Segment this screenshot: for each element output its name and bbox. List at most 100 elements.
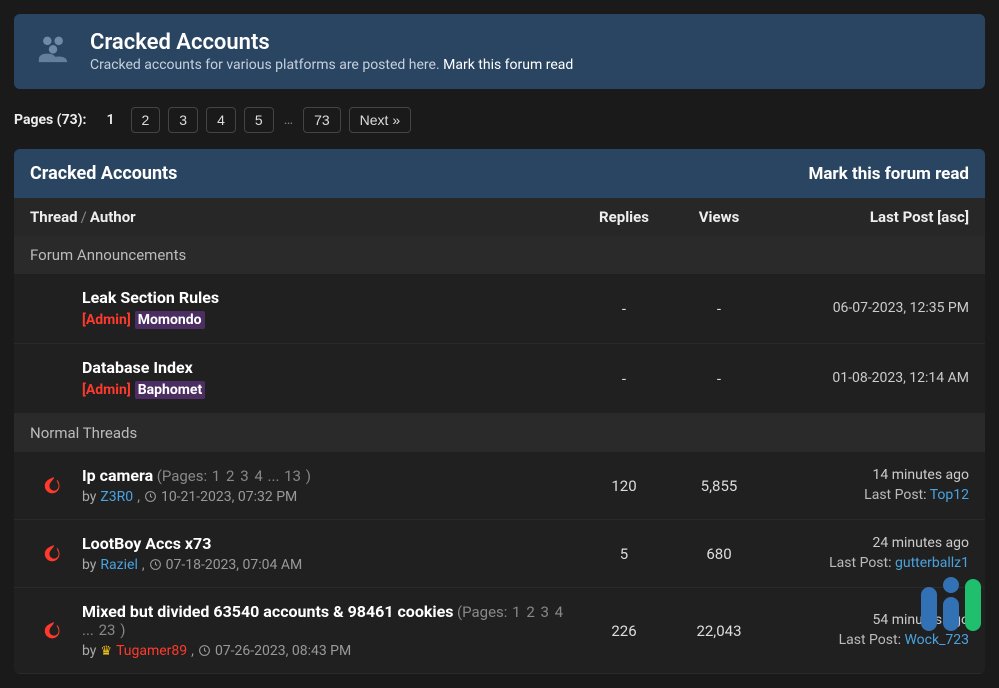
lastpost-label: Last Post (839, 632, 898, 648)
lastpost-label: Last Post (829, 555, 888, 571)
sort-direction[interactable]: [asc] (937, 208, 969, 226)
brand-bar-icon (921, 587, 937, 631)
sort-replies[interactable]: Replies (599, 208, 649, 226)
thread-row: Mixed but divided 63540 accounts & 98461… (14, 588, 985, 674)
thread-page-link[interactable]: 1 (212, 467, 220, 485)
clock-icon (198, 643, 211, 659)
brand-watermark (921, 577, 981, 631)
by-label: by (82, 557, 96, 573)
thread-page-link[interactable]: 23 (99, 621, 116, 639)
forum-title: Cracked Accounts (90, 30, 573, 55)
table-title: Cracked Accounts (30, 163, 177, 184)
thread-title-link[interactable]: Ip camera (82, 466, 153, 485)
clock-icon (149, 557, 162, 573)
column-headers: Thread/Author Replies Views Last Post [a… (14, 198, 985, 236)
lastpost-label: Last Post (864, 487, 923, 503)
admin-user-link[interactable]: Baphomet (135, 381, 205, 399)
views-cell: 22,043 (669, 622, 769, 640)
brand-dot-icon (943, 577, 959, 593)
lastpost-user-link[interactable]: gutterballz1 (895, 555, 969, 571)
lastpost-time: 01-08-2023, 12:14 AM (832, 370, 969, 386)
lastpost-time: 24 minutes ago (769, 534, 969, 554)
thread-row: Ip camera (Pages: 1 2 3 4 ... 13 )by Z3R… (14, 452, 985, 520)
brand-bar-icon (965, 579, 981, 631)
thread-page-link[interactable]: 3 (541, 603, 549, 621)
col-thread-author: Thread/Author (30, 208, 579, 226)
admin-tag: [Admin] (82, 382, 131, 398)
lastpost-cell: 24 minutes agoLast Post: gutterballz1 (769, 534, 969, 573)
forum-banner: Cracked Accounts Cracked accounts for va… (14, 14, 985, 89)
hot-thread-icon (30, 475, 78, 497)
thread-date: 07-18-2023, 07:04 AM (166, 557, 303, 573)
sort-author[interactable]: Author (90, 208, 136, 226)
lastpost-user-link[interactable]: Top12 (930, 487, 969, 503)
section-announcements: Forum Announcements (14, 236, 985, 274)
page-3[interactable]: 3 (168, 107, 198, 133)
lastpost-cell: 06-07-2023, 12:35 PM (769, 299, 969, 319)
lastpost-time: 14 minutes ago (769, 466, 969, 486)
mark-forum-read-link[interactable]: Mark this forum read (443, 57, 573, 73)
thread-author-link[interactable]: Raziel (100, 557, 137, 573)
hot-thread-icon (30, 620, 78, 642)
views-cell: 5,855 (669, 477, 769, 495)
forum-banner-text: Cracked Accounts Cracked accounts for va… (90, 30, 573, 73)
views-cell: 680 (669, 545, 769, 563)
forum-description: Cracked accounts for various platforms a… (90, 57, 573, 73)
clock-icon (144, 489, 157, 505)
thread-page-link[interactable]: 2 (226, 467, 234, 485)
thread-date: 10-21-2023, 07:32 PM (161, 489, 297, 505)
thread-page-link[interactable]: 13 (284, 467, 301, 485)
col-lastpost: Last Post [asc] (769, 208, 969, 226)
thread-author-link[interactable]: Z3R0 (100, 489, 133, 505)
replies-cell: 5 (579, 545, 669, 563)
mark-forum-read-button[interactable]: Mark this forum read (808, 164, 969, 184)
page-2[interactable]: 2 (131, 107, 161, 133)
admin-user-link[interactable]: Momondo (135, 311, 205, 329)
section-normal-threads: Normal Threads (14, 414, 985, 452)
replies-cell: 120 (579, 477, 669, 495)
announcement-title[interactable]: Database Index (82, 358, 193, 377)
page-5[interactable]: 5 (244, 107, 274, 133)
brand-bar-icon (943, 597, 959, 631)
by-label: by (82, 489, 96, 505)
pagination: Pages (73): 1 2 3 4 5 … 73 Next » (14, 107, 985, 133)
page-next[interactable]: Next » (349, 107, 411, 133)
announcement-title[interactable]: Leak Section Rules (82, 288, 219, 307)
announcement-row: Database Index [Admin] Baphomet - - 01-0… (14, 344, 985, 414)
thread-author-link[interactable]: Tugamer89 (116, 643, 187, 659)
replies-cell: - (579, 370, 669, 388)
sort-views[interactable]: Views (699, 208, 740, 226)
thread-page-link[interactable]: 4 (254, 467, 262, 485)
page-current: 1 (99, 108, 123, 132)
sort-thread[interactable]: Thread (30, 208, 78, 226)
replies-cell: - (579, 300, 669, 318)
by-label: by (82, 643, 96, 659)
crown-icon: ♛ (100, 644, 112, 659)
thread-page-link[interactable]: 3 (240, 467, 248, 485)
page-4[interactable]: 4 (206, 107, 236, 133)
sort-lastpost[interactable]: Last Post (870, 208, 933, 226)
page-last[interactable]: 73 (303, 107, 341, 133)
lastpost-cell: 14 minutes agoLast Post: Top12 (769, 466, 969, 505)
lastpost-user-link[interactable]: Wock_723 (904, 632, 969, 648)
thread-title-link[interactable]: Mixed but divided 63540 accounts & 98461… (82, 602, 454, 621)
views-cell: - (669, 300, 769, 318)
table-header-bar: Cracked Accounts Mark this forum read (14, 149, 985, 198)
lastpost-time: 06-07-2023, 12:35 PM (833, 300, 969, 316)
hot-thread-icon (30, 543, 78, 565)
thread-page-links: (Pages: 1 2 3 4 ... 13 ) (157, 467, 311, 485)
pages-label: Pages (73): (14, 112, 87, 128)
thread-page-link[interactable]: 2 (526, 603, 534, 621)
thread-date: 07-26-2023, 08:43 PM (215, 643, 351, 659)
announcement-row: Leak Section Rules [Admin] Momondo - - 0… (14, 274, 985, 344)
thread-page-link[interactable]: 4 (555, 603, 563, 621)
thread-title-link[interactable]: LootBoy Accs x73 (82, 534, 211, 553)
page-ellipsis: … (282, 112, 295, 128)
lastpost-cell: 01-08-2023, 12:14 AM (769, 369, 969, 389)
thread-page-link[interactable]: 1 (512, 603, 520, 621)
group-icon (36, 33, 70, 70)
admin-tag: [Admin] (82, 312, 131, 328)
replies-cell: 226 (579, 622, 669, 640)
threads-table: Cracked Accounts Mark this forum read Th… (14, 149, 985, 674)
thread-row: LootBoy Accs x73by Raziel, 07-18-2023, 0… (14, 520, 985, 588)
